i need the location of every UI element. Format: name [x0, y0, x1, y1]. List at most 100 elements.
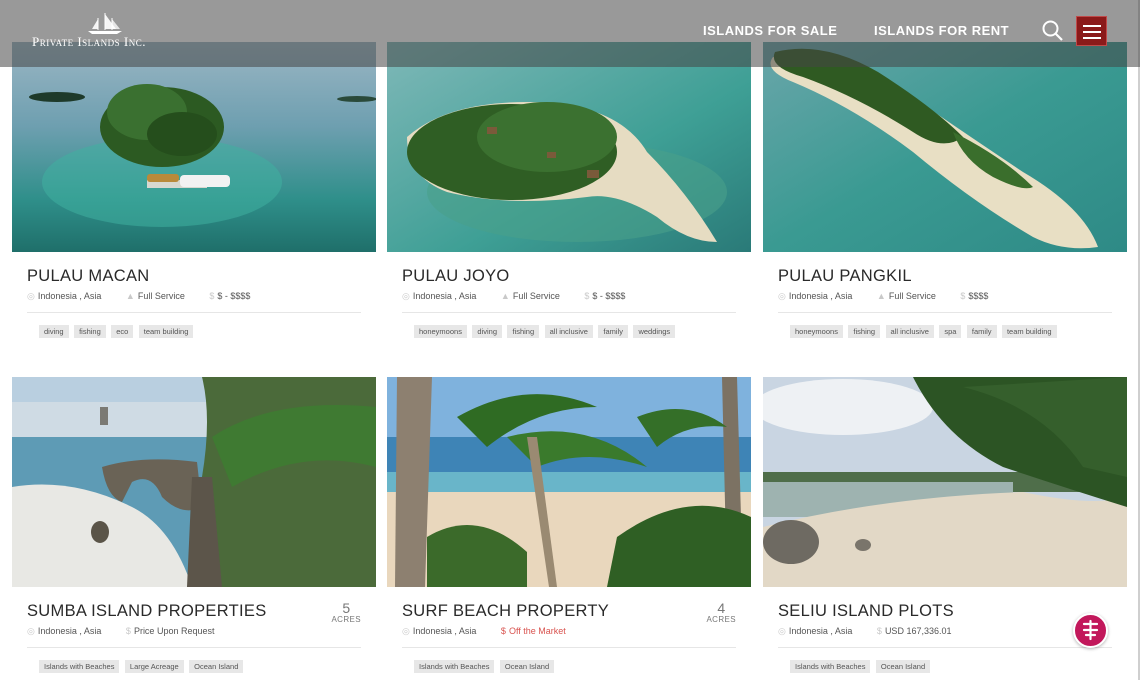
tag-list: honeymoons diving fishing all inclusive … — [414, 321, 676, 339]
person-icon: ▲ — [876, 291, 886, 301]
listing-meta: ◎ Indonesia , Asia ▲ Full Service $ $$$$ — [778, 291, 1010, 302]
hamburger-line — [1083, 37, 1101, 39]
person-icon: ▲ — [500, 291, 510, 301]
listing-card-pulau-joyo[interactable]: PULAU JOYO ◎ Indonesia , Asia ▲ Full Servi… — [387, 42, 751, 342]
listing-card-sumba-island-properties[interactable]: SUMBA ISLAND PROPERTIES 5 ACRES ◎ Indones… — [12, 377, 376, 677]
listing-title[interactable]: PULAU MACAN — [27, 267, 150, 286]
nav-islands-for-sale[interactable]: ISLANDS FOR SALE — [703, 23, 837, 38]
listing-location: Indonesia , Asia — [37, 626, 102, 636]
listing-card-pulau-macan[interactable]: PULAU MACAN ◎ Indonesia , Asia ▲ Full Serv… — [12, 42, 376, 342]
tag[interactable]: team building — [138, 325, 194, 338]
tag-list: Islands with Beaches Ocean Island — [790, 656, 931, 674]
listing-photo[interactable] — [763, 42, 1127, 252]
listing-title[interactable]: PULAU JOYO — [402, 267, 510, 286]
listing-location: Indonesia , Asia — [788, 626, 853, 636]
tag[interactable]: honeymoons — [414, 325, 467, 338]
tag[interactable]: Large Acreage — [124, 660, 184, 673]
listing-photo[interactable] — [763, 377, 1127, 587]
acreage-value: 5 — [342, 600, 351, 616]
listing-meta: ◎ Indonesia , Asia ▲ Full Service $ $ - $$$… — [402, 291, 647, 302]
search-button[interactable] — [1041, 19, 1065, 43]
search-icon — [1042, 20, 1063, 41]
chat-icon — [1082, 619, 1099, 641]
divider — [778, 647, 1112, 648]
tag[interactable]: fishing — [848, 325, 881, 338]
listing-meta: ◎ Indonesia , Asia ▲ Full Service $ $ - $$$… — [27, 291, 272, 302]
tag[interactable]: Ocean Island — [875, 660, 931, 673]
listing-card-surf-beach-property[interactable]: SURF BEACH PROPERTY 4 ACRES ◎ Indonesia ,… — [387, 377, 751, 677]
listing-meta: ◎ Indonesia , Asia $ USD 167,336.01 — [778, 626, 973, 637]
dollar-icon: $ — [584, 291, 590, 301]
listing-price: $$$$ — [968, 291, 989, 301]
listing-title[interactable]: SELIU ISLAND PLOTS — [778, 602, 954, 621]
tag[interactable]: diving — [39, 325, 69, 338]
tag[interactable]: Ocean Island — [499, 660, 555, 673]
logo[interactable]: Private Islands Inc. — [30, 12, 180, 52]
tag-list: honeymoons fishing all inclusive spa fam… — [790, 321, 1058, 339]
divider — [27, 312, 361, 313]
logo-text: Private Islands Inc. — [32, 34, 146, 49]
tag[interactable]: Islands with Beaches — [790, 660, 871, 673]
hamburger-icon — [1083, 25, 1101, 27]
map-pin-icon: ◎ — [402, 626, 410, 636]
tag[interactable]: diving — [472, 325, 503, 338]
tag[interactable]: fishing — [507, 325, 540, 338]
person-icon: ▲ — [125, 291, 135, 301]
listing-service: Full Service — [512, 291, 560, 301]
listing-photo[interactable] — [12, 377, 376, 587]
tag[interactable]: eco — [111, 325, 134, 338]
dollar-icon: $ — [500, 626, 506, 636]
listing-card-pulau-pangkil[interactable]: PULAU PANGKIL ◎ Indonesia , Asia ▲ Full Se… — [763, 42, 1127, 342]
acreage-value: 4 — [717, 600, 726, 616]
acreage-unit: ACRES — [331, 615, 361, 624]
dollar-icon: $ — [876, 626, 882, 636]
nav-islands-for-rent[interactable]: ISLANDS FOR RENT — [874, 23, 1009, 38]
tag-list: Islands with Beaches Ocean Island — [414, 656, 555, 674]
site-header: Private Islands Inc. ISLANDS FOR SALE IS… — [0, 0, 1140, 67]
tag[interactable]: family — [966, 325, 997, 338]
listing-meta: ◎ Indonesia , Asia $ Off the Market — [402, 626, 588, 637]
tag[interactable]: fishing — [74, 325, 106, 338]
listing-photo[interactable] — [387, 42, 751, 252]
hamburger-line — [1083, 31, 1101, 33]
tag[interactable]: all inclusive — [544, 325, 593, 338]
listing-title[interactable]: PULAU PANGKIL — [778, 267, 912, 286]
tag[interactable]: all inclusive — [885, 325, 934, 338]
listing-photo[interactable] — [12, 42, 376, 252]
listing-title[interactable]: SURF BEACH PROPERTY — [402, 602, 609, 621]
tag[interactable]: Islands with Beaches — [414, 660, 495, 673]
dollar-icon: $ — [209, 291, 215, 301]
divider — [402, 312, 736, 313]
acreage-unit: ACRES — [706, 615, 736, 624]
listing-price: USD 167,336.01 — [884, 626, 952, 636]
chat-button[interactable] — [1073, 613, 1108, 648]
listing-price: $ - $$$$ — [592, 291, 626, 301]
tag-list: Islands with Beaches Large Acreage Ocean… — [39, 656, 244, 674]
map-pin-icon: ◎ — [778, 291, 786, 301]
listing-title[interactable]: SUMBA ISLAND PROPERTIES — [27, 602, 267, 621]
tag[interactable]: honeymoons — [790, 325, 843, 338]
ship-logo-icon — [88, 13, 122, 34]
dollar-icon: $ — [960, 291, 966, 301]
divider — [402, 647, 736, 648]
listing-meta: ◎ Indonesia , Asia $ Price Upon Request — [27, 626, 236, 637]
divider — [27, 647, 361, 648]
listing-location: Indonesia , Asia — [788, 291, 853, 301]
tag[interactable]: Ocean Island — [189, 660, 244, 673]
tag[interactable]: Islands with Beaches — [39, 660, 120, 673]
map-pin-icon: ◎ — [402, 291, 410, 301]
menu-button[interactable] — [1076, 16, 1107, 46]
tag[interactable]: family — [598, 325, 629, 338]
listing-price: Price Upon Request — [133, 626, 215, 636]
listing-location: Indonesia , Asia — [412, 626, 477, 636]
map-pin-icon: ◎ — [778, 626, 786, 636]
tag[interactable]: team building — [1001, 325, 1057, 338]
listing-location: Indonesia , Asia — [37, 291, 102, 301]
map-pin-icon: ◎ — [27, 291, 35, 301]
tag[interactable]: weddings — [633, 325, 676, 338]
listing-location: Indonesia , Asia — [412, 291, 477, 301]
map-pin-icon: ◎ — [27, 626, 35, 636]
acreage: 5 ACRES — [331, 601, 361, 624]
listing-photo[interactable] — [387, 377, 751, 587]
tag[interactable]: spa — [939, 325, 962, 338]
